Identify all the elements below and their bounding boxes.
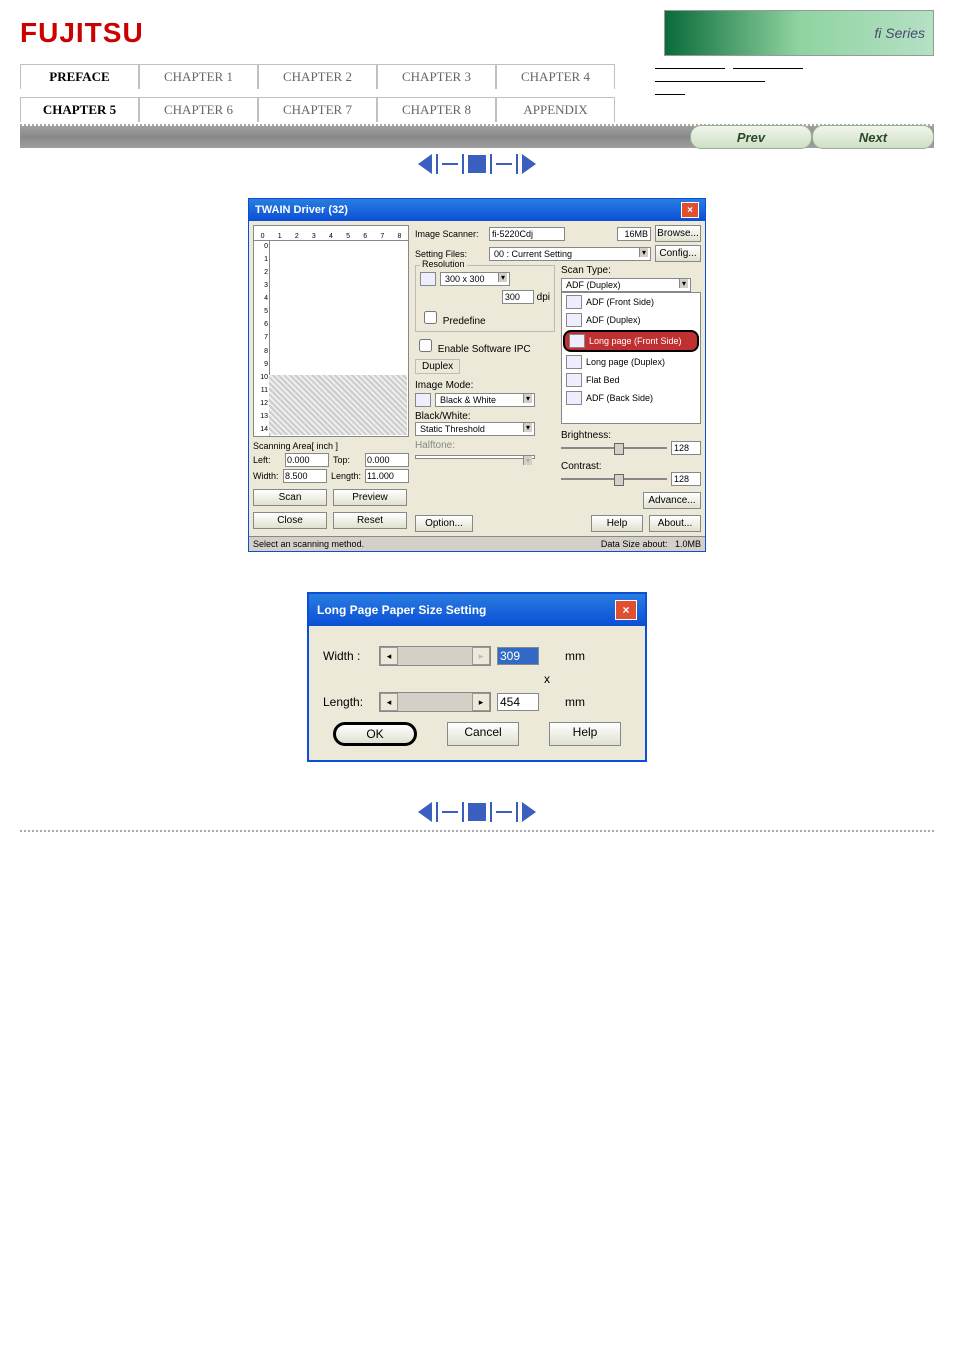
tab-chapter-3[interactable]: CHAPTER 3 [377, 64, 496, 89]
preview-area[interactable]: 012345678 01234567891011121314 [253, 225, 409, 437]
arrow-left-icon[interactable]: ◂ [380, 647, 398, 665]
section-bar: Prev Next [20, 126, 934, 148]
scanner-icon [566, 313, 582, 327]
resolution-combo[interactable]: 300 x 300 [440, 272, 510, 286]
config-button[interactable]: Config... [655, 245, 701, 262]
brightness-slider[interactable] [561, 447, 667, 449]
prev-page-icon[interactable] [418, 154, 432, 174]
ruler-top: 012345678 [254, 226, 408, 241]
tab-chapter-4[interactable]: CHAPTER 4 [496, 64, 615, 89]
fujitsu-logo: FUJITSU [20, 17, 144, 49]
tab-chapter-8[interactable]: CHAPTER 8 [377, 97, 496, 122]
software-ipc-checkbox[interactable] [419, 339, 432, 352]
page-slider-top [418, 154, 536, 174]
arrow-right-icon[interactable]: ▸ [472, 693, 490, 711]
bw-combo[interactable]: Static Threshold [415, 422, 535, 436]
tab-chapter-7[interactable]: CHAPTER 7 [258, 97, 377, 122]
stop-icon[interactable] [468, 803, 486, 821]
page-slider-bottom [418, 802, 536, 822]
image-mode-icon [415, 393, 431, 407]
flatbed-icon [566, 373, 582, 387]
close-icon[interactable]: × [615, 600, 637, 620]
image-scanner-field: fi-5220Cdj [489, 227, 565, 241]
width-scrollbar[interactable]: ◂ ▸ [379, 646, 491, 666]
tab-chapter-6[interactable]: CHAPTER 6 [139, 97, 258, 122]
width-input[interactable] [283, 469, 327, 483]
length-input[interactable] [365, 469, 409, 483]
arrow-left-icon[interactable]: ◂ [380, 693, 398, 711]
dpi-input[interactable] [502, 290, 534, 304]
scanner-icon [566, 355, 582, 369]
scan-type-combo[interactable]: ADF (Duplex) [561, 278, 691, 292]
link-top[interactable] [733, 58, 803, 69]
arrow-right-icon[interactable]: ▸ [472, 647, 490, 665]
link-small[interactable] [655, 84, 685, 95]
length-scrollbar[interactable]: ◂ ▸ [379, 692, 491, 712]
ok-button[interactable]: OK [333, 722, 417, 746]
scanner-icon [566, 391, 582, 405]
tab-appendix[interactable]: APPENDIX [496, 97, 615, 122]
width-value-input[interactable] [497, 647, 539, 665]
duplex-tab[interactable]: Duplex [415, 359, 460, 374]
nav-row-1: PREFACE CHAPTER 1 CHAPTER 2 CHAPTER 3 CH… [20, 64, 615, 89]
tab-chapter-1[interactable]: CHAPTER 1 [139, 64, 258, 89]
about-button[interactable]: About... [649, 515, 701, 532]
close-button[interactable]: Close [253, 512, 327, 529]
ruler-left: 01234567891011121314 [254, 240, 270, 436]
nav-row-2: CHAPTER 5 CHAPTER 6 CHAPTER 7 CHAPTER 8 … [20, 97, 615, 122]
magnifier-icon [420, 272, 436, 286]
brightness-input[interactable] [671, 441, 701, 455]
advance-button[interactable]: Advance... [643, 492, 701, 509]
tab-preface[interactable]: PREFACE [20, 64, 139, 89]
scanning-area-label: Scanning Area[ inch ] [253, 441, 409, 451]
help-button[interactable]: Help [549, 722, 621, 746]
stop-icon[interactable] [468, 155, 486, 173]
scan-button[interactable]: Scan [253, 489, 327, 506]
tab-chapter-2[interactable]: CHAPTER 2 [258, 64, 377, 89]
next-button[interactable]: Next [812, 125, 934, 149]
help-button[interactable]: Help [591, 515, 643, 532]
link-contents-map[interactable] [655, 58, 725, 69]
status-text: Select an scanning method. [253, 539, 364, 549]
tab-chapter-5[interactable]: CHAPTER 5 [20, 97, 139, 122]
left-input[interactable] [285, 453, 329, 467]
reset-button[interactable]: Reset [333, 512, 407, 529]
prev-button[interactable]: Prev [690, 125, 812, 149]
twain-driver-dialog: TWAIN Driver (32) × 012345678 0123456789… [248, 198, 706, 552]
next-page-icon[interactable] [522, 154, 536, 174]
scan-type-list[interactable]: ADF (Front Side) ADF (Duplex) Long page … [561, 292, 701, 424]
mem-display: 16MB [617, 227, 651, 241]
close-icon[interactable]: × [681, 202, 699, 218]
link-troubleshooting[interactable] [655, 71, 765, 82]
cancel-button[interactable]: Cancel [447, 722, 519, 746]
predefine-checkbox[interactable] [424, 311, 437, 324]
contrast-input[interactable] [671, 472, 701, 486]
scanner-icon [566, 295, 582, 309]
series-banner: fi Series [664, 10, 934, 56]
contrast-slider[interactable] [561, 478, 667, 480]
scanner-icon [569, 334, 585, 348]
next-page-icon[interactable] [522, 802, 536, 822]
twain-title: TWAIN Driver (32) [255, 204, 348, 216]
prev-page-icon[interactable] [418, 802, 432, 822]
preview-button[interactable]: Preview [333, 489, 407, 506]
halftone-combo [415, 455, 535, 459]
option-button[interactable]: Option... [415, 515, 473, 532]
long-page-dialog: Long Page Paper Size Setting × Width : ◂… [307, 592, 647, 762]
side-links [655, 56, 803, 122]
browse-button[interactable]: Browse... [655, 225, 701, 242]
image-mode-combo[interactable]: Black & White [435, 393, 535, 407]
top-input[interactable] [365, 453, 409, 467]
length-value-input[interactable] [497, 693, 539, 711]
lp-title-text: Long Page Paper Size Setting [317, 603, 486, 617]
setting-files-combo[interactable]: 00 : Current Setting [489, 247, 651, 261]
